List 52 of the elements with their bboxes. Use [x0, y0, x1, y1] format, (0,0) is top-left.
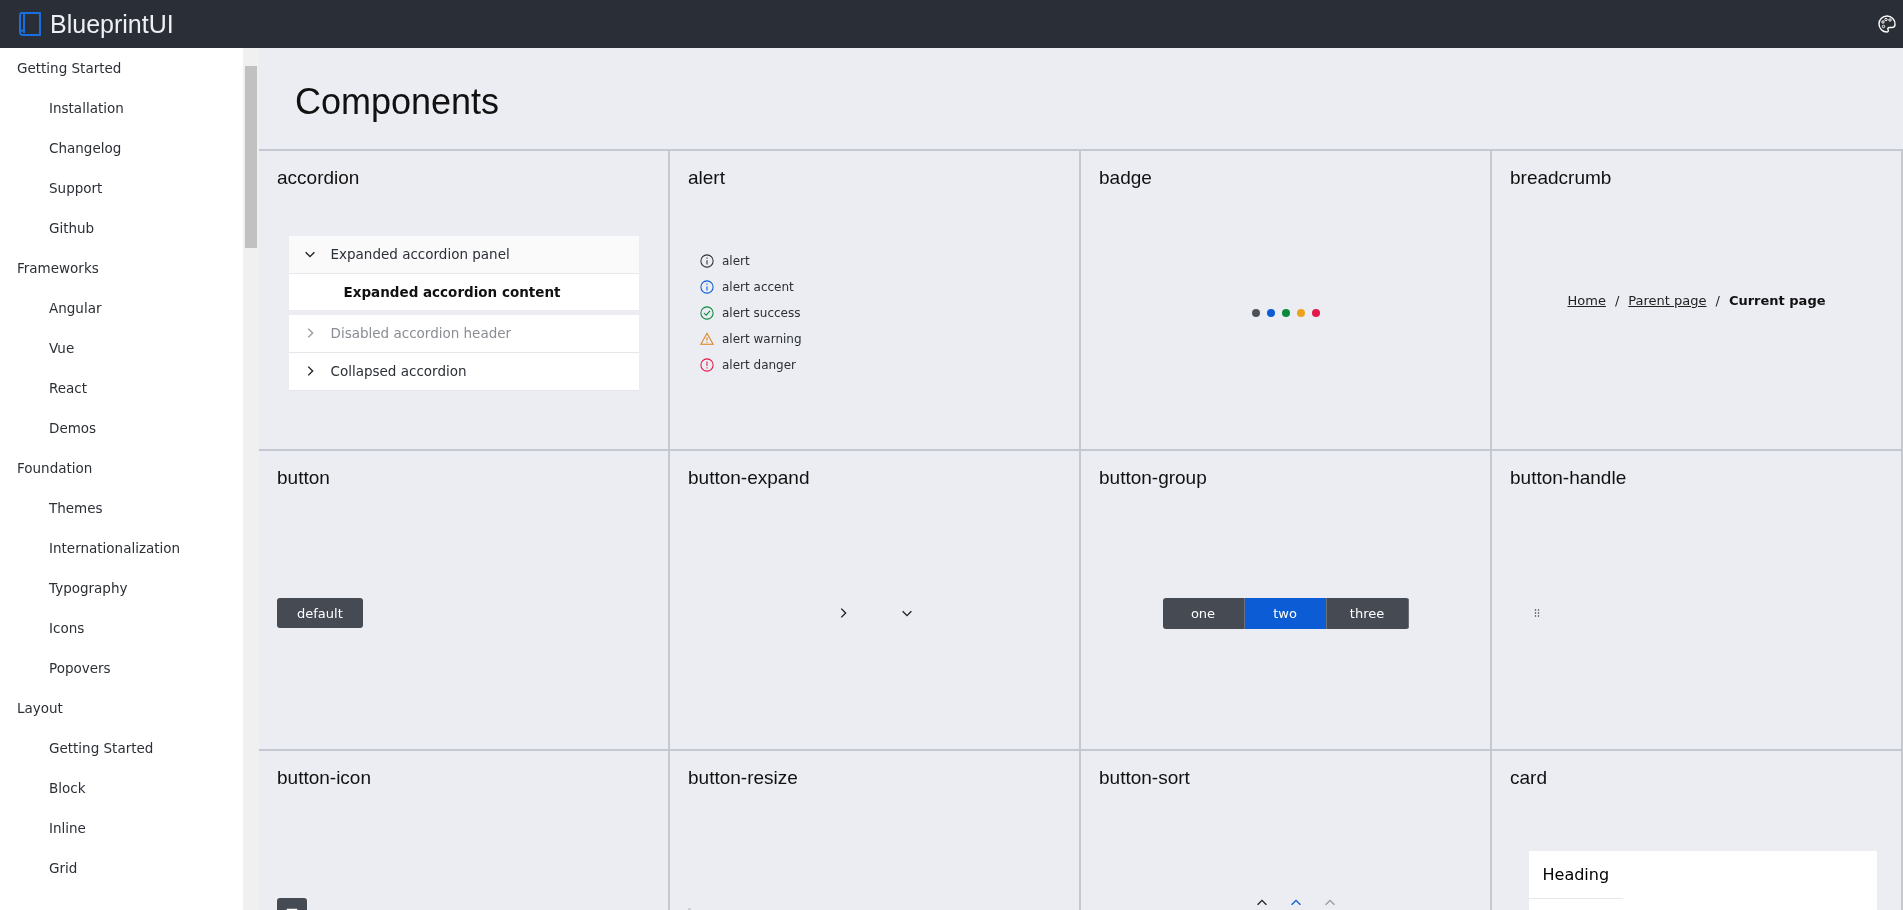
alert-text: alert danger	[722, 358, 797, 372]
cell-title: button-sort	[1098, 766, 1191, 790]
nav-section-label[interactable]: Frameworks	[0, 248, 99, 288]
page-title: Components	[294, 80, 501, 124]
nav-item[interactable]: Installation	[0, 88, 124, 128]
group-button[interactable]: three	[1326, 597, 1409, 629]
nav-item[interactable]: Internationalization	[0, 528, 181, 568]
cell-title: badge	[1098, 166, 1153, 190]
nav-item[interactable]: Getting Started	[0, 728, 154, 768]
breadcrumb-link[interactable]: Home	[1567, 292, 1606, 308]
cell-title: button-expand	[687, 466, 811, 490]
default-button[interactable]: default	[277, 598, 363, 628]
nav-item[interactable]: Popovers	[0, 648, 111, 688]
nav-item[interactable]: Changelog	[0, 128, 122, 168]
cell-title: button	[276, 466, 331, 490]
nav-item[interactable]: Inline	[0, 808, 86, 848]
nav-item[interactable]: Vue	[0, 328, 75, 368]
nav-item[interactable]: Support	[0, 168, 103, 208]
logo[interactable]: BlueprintUI	[16, 9, 174, 39]
accordion-header[interactable]: Expanded accordion panel	[288, 235, 639, 274]
breadcrumb-separator: /	[1614, 292, 1620, 308]
breadcrumb-link[interactable]: Parent page	[1628, 292, 1707, 308]
nav-item[interactable]: Github	[0, 208, 95, 248]
cell-title: button-handle	[1509, 466, 1628, 490]
nav-item[interactable]: Block	[0, 768, 86, 808]
alert-text: alert accent	[722, 280, 794, 294]
alert-text: alert warning	[722, 332, 802, 346]
cell-title: button-icon	[276, 766, 372, 790]
logo-text: BlueprintUI	[50, 9, 174, 39]
cell-title: button-group	[1098, 466, 1208, 490]
nav-item[interactable]: Grid	[0, 848, 78, 888]
cell-title: button-resize	[687, 766, 799, 790]
alert-text: alert success	[722, 306, 801, 320]
group-button[interactable]: two	[1244, 597, 1327, 629]
cell-title: card	[1509, 766, 1548, 790]
cell-title: breadcrumb	[1509, 166, 1613, 190]
nav-item[interactable]: Typography	[0, 568, 128, 608]
breadcrumb-separator: /	[1715, 292, 1720, 308]
nav-item[interactable]: Themes	[0, 488, 103, 528]
group-button[interactable]: one	[1162, 597, 1245, 629]
cell-title: alert	[687, 166, 726, 190]
alert-text: alert	[722, 254, 750, 268]
breadcrumb-current: Current page	[1728, 292, 1826, 308]
nav-section-label[interactable]: Getting Started	[0, 48, 122, 88]
nav-item[interactable]: Icons	[0, 608, 85, 648]
nav-section-label[interactable]: Layout	[0, 688, 63, 728]
card-heading: Heading	[1528, 851, 1624, 899]
cell-title: accordion	[276, 166, 361, 190]
nav-item[interactable]: Demos	[0, 408, 97, 448]
nav-item[interactable]: Angular	[0, 288, 102, 328]
nav-section-label[interactable]: Foundation	[0, 448, 93, 488]
nav-item[interactable]: React	[0, 368, 88, 408]
